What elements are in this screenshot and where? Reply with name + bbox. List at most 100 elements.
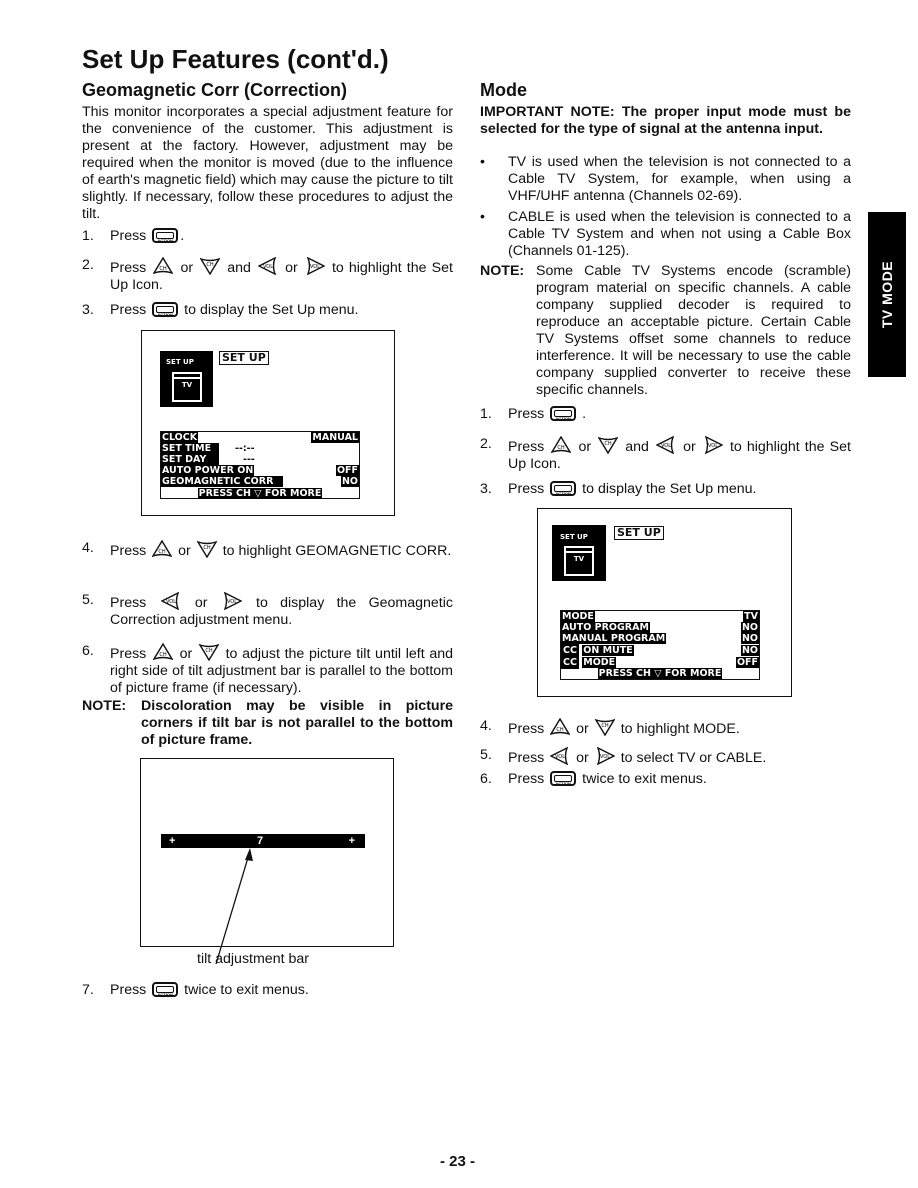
step-text: or — [179, 646, 193, 662]
mode-heading: Mode — [480, 80, 527, 100]
mode-important-note: IMPORTANT NOTE: The proper input mode mu… — [480, 104, 851, 137]
note-text: Discoloration may be visible in picture … — [141, 698, 453, 748]
vol-right-icon — [222, 592, 242, 610]
step-text: Press — [110, 595, 147, 611]
step-text: twice to exit menus. — [184, 982, 309, 998]
step-number: 5. — [480, 747, 492, 763]
setup-icon: SET UP TV — [552, 525, 606, 581]
step-text: Press — [508, 406, 545, 422]
step-text: Press — [508, 481, 545, 497]
menu-row-set-day[interactable]: SET DAY --- — [161, 454, 359, 465]
geomagnetic-intro: This monitor incorporates a special adju… — [82, 104, 453, 222]
tv-icon: TV — [564, 546, 594, 576]
tilt-arrow — [215, 848, 253, 965]
step-text: or — [576, 721, 589, 737]
tv-icon-label: TV — [181, 381, 193, 389]
menu-row-auto-power[interactable]: AUTO POWER ON OFF — [161, 465, 359, 476]
ch-up-icon — [152, 540, 172, 558]
side-tab-tv-mode: TV MODE — [868, 212, 906, 377]
vol-left-icon — [656, 436, 676, 454]
ch-down-icon — [598, 436, 618, 454]
vol-left-icon — [258, 257, 278, 275]
step-text: Press — [508, 721, 545, 737]
setup-menu-screen: SET UP TV SET UP CLOCK MANUAL SET TIME --:… — [141, 330, 395, 516]
setup-menu-header: SET UP — [219, 351, 269, 365]
menu-footer: PRESS CH ▽ FOR MORE — [597, 668, 723, 679]
note-label: NOTE: — [480, 263, 525, 279]
step-number: 1. — [480, 406, 492, 422]
mode-menu-screen: SET UP TV SET UP MODE TV AUTO PROGRAM NO M… — [537, 508, 792, 697]
menu-row-mode[interactable]: MODE TV — [561, 611, 759, 622]
step-text: to highlight MODE. — [620, 721, 740, 737]
setup-icon: SET UP TV — [160, 351, 213, 407]
setup-menu-list: CLOCK MANUAL SET TIME --:-- SET DAY --- AUT… — [160, 431, 360, 499]
action-button-icon: ACTION — [152, 982, 179, 997]
ch-down-icon — [197, 540, 217, 558]
menu-row-set-time[interactable]: SET TIME --:-- — [161, 443, 359, 454]
menu-row-auto-program[interactable]: AUTO PROGRAM NO — [561, 622, 759, 633]
step-text: Press — [110, 302, 147, 318]
bullet: • — [480, 209, 485, 225]
geomagnetic-heading: Geomagnetic Corr (Correction) — [82, 80, 348, 100]
action-button-icon: ACTION — [152, 302, 179, 317]
step-text: Press — [110, 260, 147, 276]
step-text: Press — [508, 771, 545, 787]
step-number: 2. — [82, 257, 94, 273]
bullet-text: CABLE is used when the television is con… — [508, 209, 851, 259]
bullet-text: TV is used when the television is not co… — [508, 154, 851, 204]
note-label: NOTE: — [82, 698, 127, 714]
bullet: • — [480, 154, 485, 170]
step-number: 2. — [480, 436, 492, 452]
ch-up-icon — [153, 643, 173, 661]
menu-row-cc-mode[interactable]: CC MODE OFF — [561, 656, 759, 669]
mode-menu-list: MODE TV AUTO PROGRAM NO MANUAL PROGRAM NO C… — [560, 610, 760, 680]
step-text: to select TV or CABLE. — [620, 750, 767, 766]
vol-right-icon — [305, 257, 325, 275]
action-button-icon: ACTION — [152, 228, 179, 243]
action-button-icon: ACTION — [550, 406, 577, 421]
ch-up-icon — [153, 257, 173, 275]
step-number: 5. — [82, 592, 94, 608]
step-text: to display the Set Up menu. — [184, 302, 359, 318]
step-text: Press — [110, 646, 147, 662]
menu-row-geomagnetic[interactable]: GEOMAGNETIC CORR NO — [161, 476, 359, 487]
side-tab-label: TV MODE — [879, 260, 895, 329]
step-text: twice to exit menus. — [582, 771, 707, 787]
step-number: 3. — [480, 481, 492, 497]
ch-down-icon — [200, 257, 220, 275]
step-number: 7. — [82, 982, 94, 998]
page-number: - 23 - — [440, 1153, 476, 1170]
tv-icon-label: TV — [573, 555, 585, 563]
step-number: 1. — [82, 228, 94, 244]
vol-right-icon — [703, 436, 723, 454]
step-number: 6. — [82, 643, 94, 659]
menu-row-clock[interactable]: CLOCK MANUAL — [161, 432, 359, 443]
action-button-icon: ACTION — [550, 481, 577, 496]
step-text: and — [625, 439, 649, 455]
tv-icon: TV — [172, 372, 202, 402]
note-text: Some Cable TV Systems encode (scramble) … — [536, 263, 851, 398]
step-number: 4. — [480, 718, 492, 734]
step-text: or — [180, 260, 194, 276]
step-text: Press — [110, 228, 147, 244]
setup-menu-header: SET UP — [614, 526, 664, 540]
setup-icon-label: SET UP — [166, 358, 194, 366]
page-title: Set Up Features (cont'd.) — [82, 44, 389, 74]
step-number: 6. — [480, 771, 492, 787]
menu-row-manual-program[interactable]: MANUAL PROGRAM NO — [561, 633, 759, 644]
menu-row-cc-on-mute[interactable]: CC ON MUTE NO — [561, 644, 759, 657]
action-button-icon: ACTION — [550, 771, 577, 786]
step-number: 3. — [82, 302, 94, 318]
ch-down-icon — [199, 643, 219, 661]
step-text: to display the Set Up menu. — [582, 481, 757, 497]
setup-icon-label: SET UP — [560, 533, 588, 541]
step-text: or — [578, 439, 592, 455]
step-text: or — [285, 260, 298, 276]
step-text: . — [180, 228, 185, 244]
tilt-screen: + 7 + — [140, 758, 394, 965]
step-text: or — [576, 750, 589, 766]
menu-footer: PRESS CH ▽ FOR MORE — [197, 488, 323, 499]
ch-up-icon — [550, 718, 570, 736]
ch-up-icon — [551, 436, 571, 454]
step-number: 4. — [82, 540, 94, 556]
